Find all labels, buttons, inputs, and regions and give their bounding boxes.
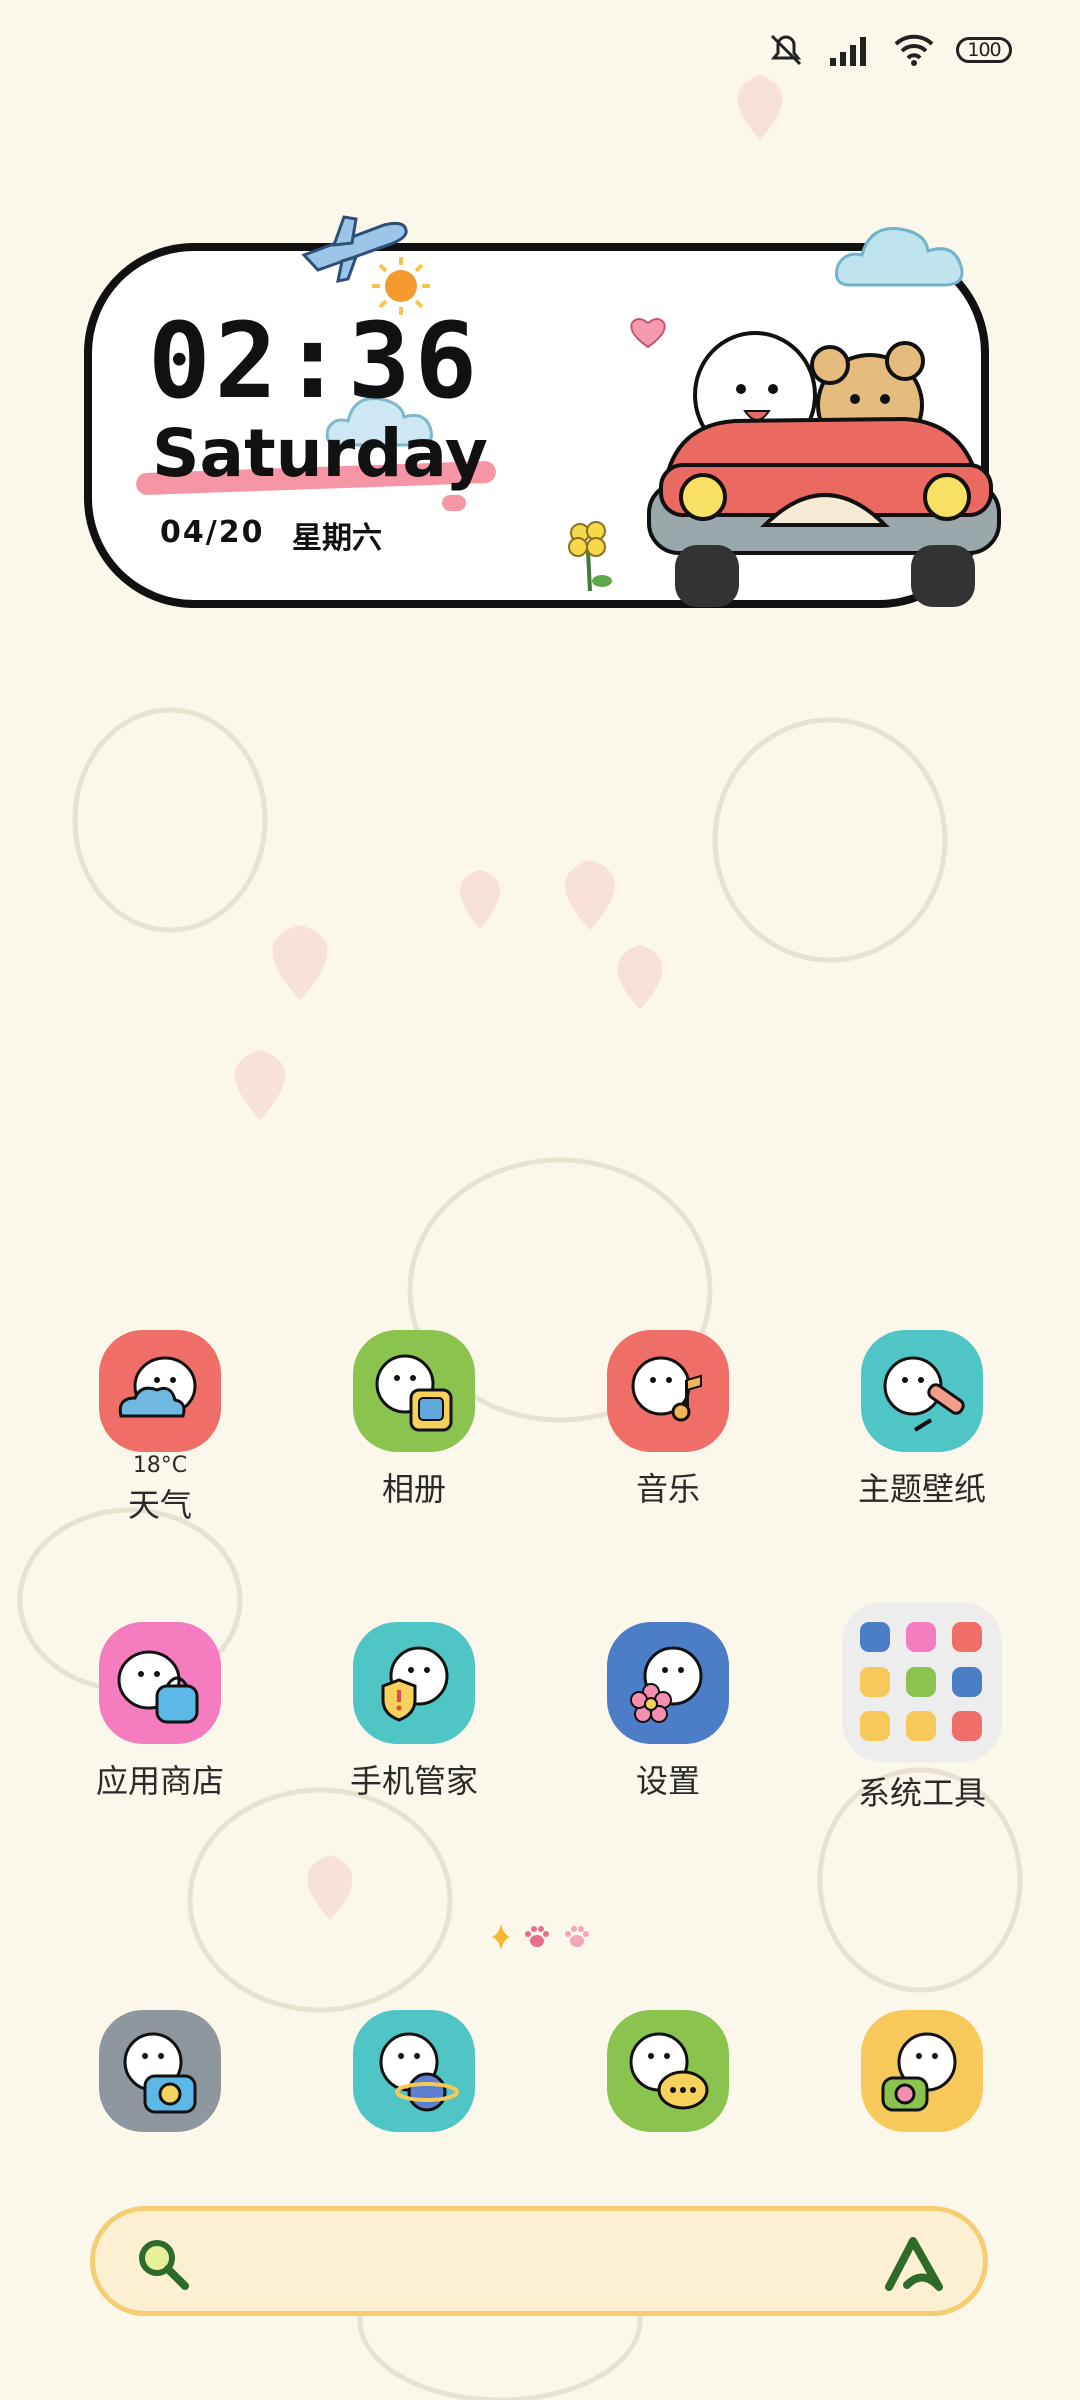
highlight-dot: [442, 495, 466, 511]
clock-widget[interactable]: 02:36 Saturday 04/20 星期六: [70, 195, 1020, 645]
search-bar[interactable]: [90, 2206, 988, 2316]
app-weather[interactable]: 18°C 天气: [45, 1330, 275, 1526]
security-icon: [353, 1622, 475, 1744]
dock-messages[interactable]: [553, 2010, 783, 2132]
car-icon: [647, 331, 1001, 607]
app-label: 主题壁纸: [857, 1470, 986, 1508]
phone-icon: [861, 2010, 983, 2132]
mini-app-icon: [860, 1666, 890, 1697]
music-icon: [607, 1330, 729, 1452]
mini-app-icon: [860, 1711, 890, 1742]
camera-icon: [99, 2010, 221, 2132]
app-folder-system-tools[interactable]: 系统工具: [807, 1602, 1037, 1814]
folder-icon: [842, 1602, 1002, 1762]
messages-icon: [607, 2010, 729, 2132]
search-icon[interactable]: [133, 2234, 193, 2294]
app-music[interactable]: 音乐: [553, 1330, 783, 1510]
app-label: 设置: [635, 1762, 700, 1800]
clock-time: 02:36: [148, 300, 482, 422]
app-security[interactable]: 手机管家: [299, 1622, 529, 1802]
app-store-icon: [99, 1622, 221, 1744]
themes-icon: [861, 1330, 983, 1452]
mini-app-icon: [906, 1622, 936, 1652]
mini-app-icon: [906, 1666, 936, 1697]
dock-phone[interactable]: [807, 2010, 1037, 2132]
app-store[interactable]: 应用商店: [45, 1622, 275, 1802]
dock-camera[interactable]: [45, 2010, 275, 2132]
app-gallery[interactable]: 相册: [299, 1330, 529, 1510]
app-label: 应用商店: [95, 1762, 224, 1800]
browser-icon: [353, 2010, 475, 2132]
sparkle-icon: [492, 1924, 510, 1950]
mini-app-icon: [952, 1622, 982, 1652]
temperature-label: 18°C: [132, 1453, 188, 1478]
app-label: 天气: [127, 1486, 192, 1524]
mini-app-icon: [952, 1711, 982, 1742]
app-settings[interactable]: 设置: [553, 1622, 783, 1802]
app-label: 音乐: [635, 1470, 700, 1508]
app-label: 相册: [381, 1470, 446, 1508]
clock-weekday: 星期六: [292, 521, 382, 556]
status-bar: 100: [766, 28, 1012, 72]
app-label: 系统工具: [857, 1774, 986, 1812]
weather-icon: [99, 1330, 221, 1452]
clock-date: 04/20: [160, 515, 265, 550]
paw-icon: [565, 1926, 589, 1947]
signal-icon: [830, 37, 866, 66]
clock-day: Saturday: [152, 415, 488, 492]
mute-icon: [770, 34, 802, 66]
assistant-icon[interactable]: [883, 2233, 947, 2293]
wifi-icon: [894, 34, 934, 66]
paw-icon: [525, 1926, 549, 1947]
mini-app-icon: [906, 1711, 936, 1742]
app-themes[interactable]: 主题壁纸: [807, 1330, 1037, 1510]
flower-icon: [568, 521, 612, 592]
app-label: 手机管家: [349, 1762, 478, 1800]
mini-app-icon: [952, 1666, 982, 1697]
page-indicator[interactable]: [492, 1924, 590, 1950]
gallery-icon: [353, 1330, 475, 1452]
dock-browser[interactable]: [299, 2010, 529, 2132]
cloud-icon: [835, 227, 964, 287]
settings-icon: [607, 1622, 729, 1744]
battery-icon: 100: [956, 37, 1012, 63]
mini-app-icon: [860, 1622, 890, 1652]
